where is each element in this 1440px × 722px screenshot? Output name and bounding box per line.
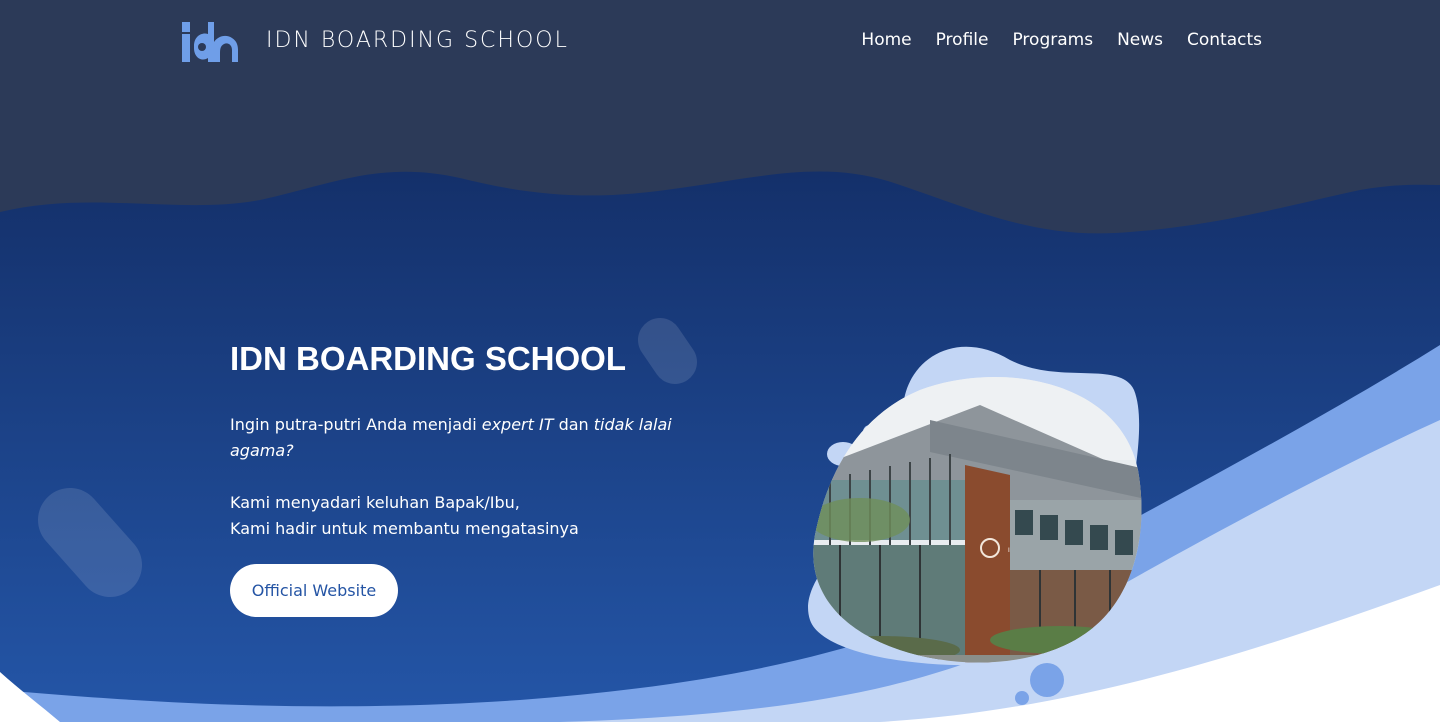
- hero-background: IDN: [0, 0, 1440, 722]
- nav-home[interactable]: Home: [861, 30, 911, 50]
- site-header: IDN BOARDING SCHOOL Home Profile Program…: [0, 0, 1440, 84]
- nav-contacts[interactable]: Contacts: [1187, 30, 1262, 50]
- hero-line-2: Kami menyadari keluhan Bapak/Ibu,: [230, 493, 520, 512]
- main-nav: Home Profile Programs News Contacts: [861, 30, 1262, 50]
- nav-news[interactable]: News: [1117, 30, 1163, 50]
- hero-title: IDN BOARDING SCHOOL: [230, 340, 626, 377]
- decor-pill: [38, 488, 142, 597]
- brand-name[interactable]: IDN BOARDING SCHOOL: [266, 28, 569, 53]
- nav-programs[interactable]: Programs: [1012, 30, 1093, 50]
- idn-logo-icon[interactable]: [180, 20, 240, 64]
- hero-line-3: Kami hadir untuk membantu mengatasinya: [230, 519, 579, 538]
- decor-pill: [638, 318, 697, 384]
- hero-question: Ingin putra-putri Anda menjadi expert IT…: [230, 415, 672, 460]
- official-website-button[interactable]: Official Website: [230, 564, 398, 617]
- hero-description: Ingin putra-putri Anda menjadi expert IT…: [230, 412, 710, 542]
- nav-profile[interactable]: Profile: [936, 30, 989, 50]
